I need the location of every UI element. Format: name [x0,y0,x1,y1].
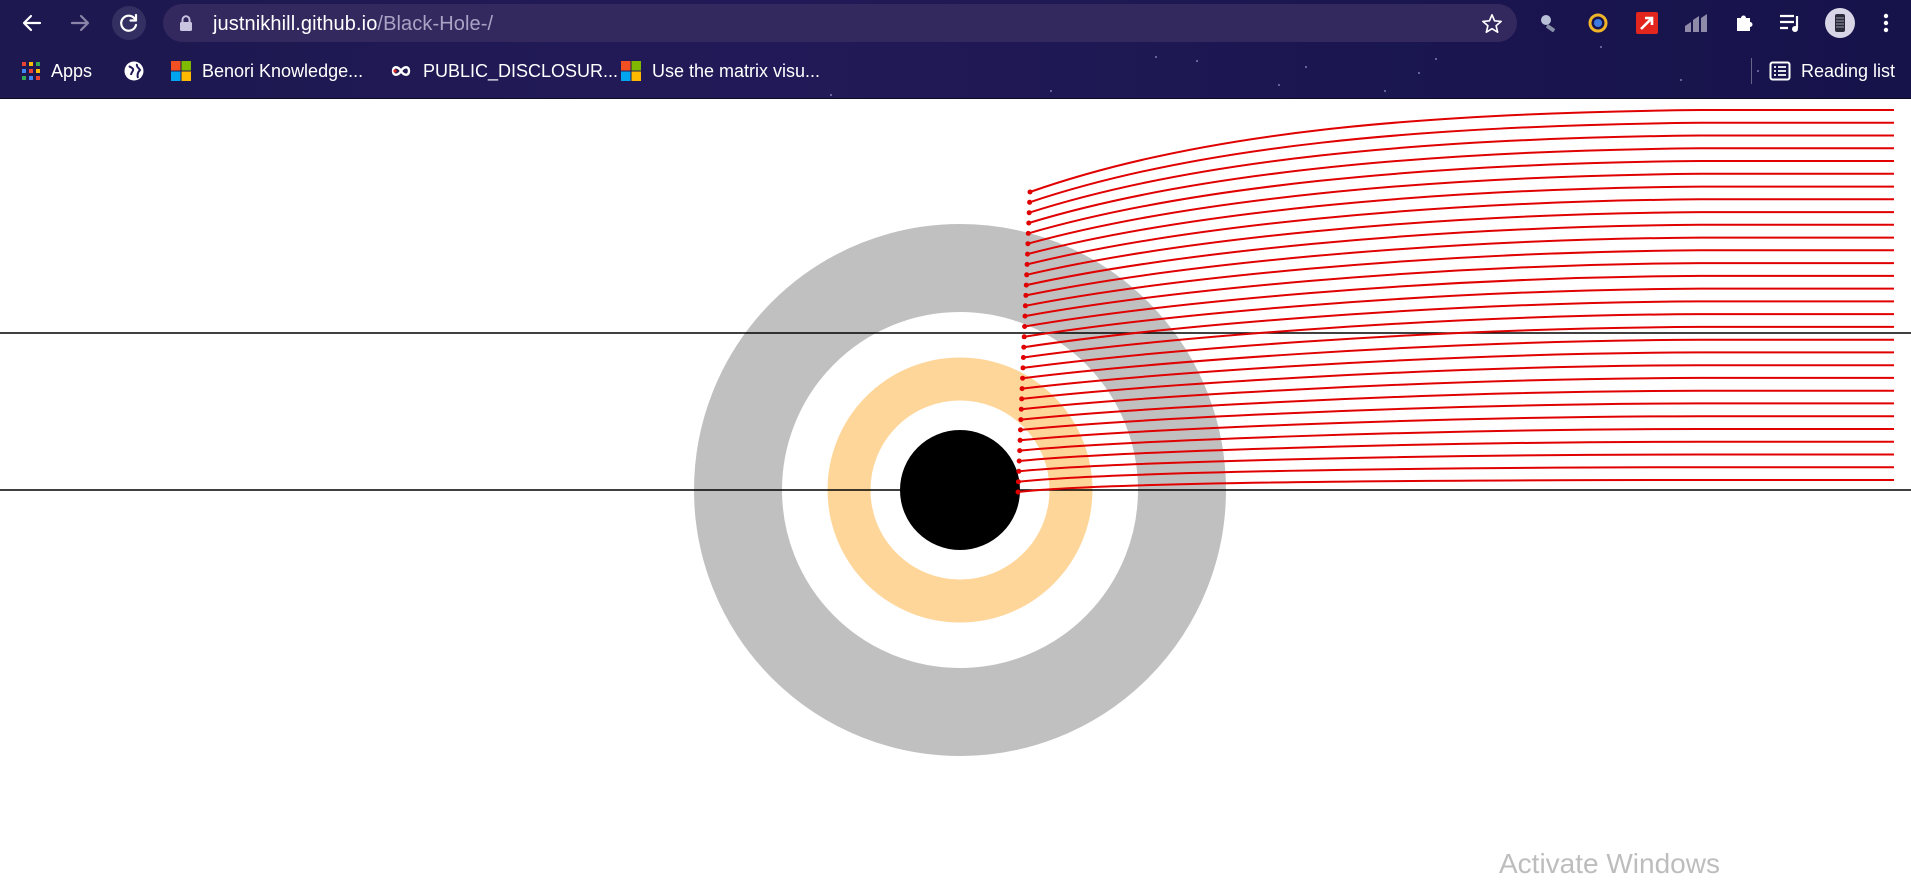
browser-toolbar: justnikhill.github.io/Black-Hole-/ [0,0,1911,46]
ray-endpoint [1018,427,1023,433]
ray-endpoint [1017,437,1023,443]
reload-icon [120,13,138,32]
light-ray [1026,211,1894,276]
q-ring-extension-icon[interactable] [1584,9,1612,37]
bookmark-label: Apps [51,60,93,81]
ray-endpoint [1018,406,1024,412]
more-menu-icon[interactable] [1872,9,1900,37]
globe-icon [123,60,145,82]
puzzle-icon[interactable] [1730,9,1758,37]
bookmark-benori[interactable]: Benori Knowledge... [170,58,363,84]
infinity-icon [389,63,413,79]
url-text[interactable]: justnikhill.github.io/Black-Hole-/ [213,13,493,36]
ray-endpoint [1020,365,1026,371]
microsoft-logo-icon [620,60,642,82]
ray-endpoint [1020,355,1026,360]
page-viewport [0,100,1911,875]
ray-endpoint [1027,199,1033,205]
ray-endpoint [1015,479,1021,485]
ray-endpoint [1015,489,1021,495]
ray-endpoint [1016,458,1022,464]
ray-endpoint [1022,313,1028,319]
activate-windows-watermark: Activate Windows [1499,848,1720,879]
ray-endpoint [1017,448,1023,454]
arrow-left-icon [22,14,42,32]
url-path: /Black-Hole-/ [377,13,494,35]
bookmark-apps[interactable]: Apps [21,58,92,84]
ray-endpoint [1019,396,1025,402]
address-bar[interactable]: justnikhill.github.io/Black-Hole-/ [163,4,1517,42]
bookmarks-divider [1751,58,1752,84]
reading-list-label: Reading list [1801,60,1896,81]
bookmark-globe[interactable] [123,58,155,84]
back-button[interactable] [15,6,49,40]
ray-endpoint [1018,417,1024,423]
ray-endpoint [1024,272,1030,278]
browser-chrome: justnikhill.github.io/Black-Hole-/ Apps … [0,0,1911,99]
bookmark-label: Benori Knowledge... [202,60,364,81]
bookmark-public-disclosure[interactable]: PUBLIC_DISCLOSUR... [389,58,618,84]
arrow-right-icon [70,14,90,32]
ray-endpoint [1021,344,1027,350]
bookmark-label: PUBLIC_DISCLOSUR... [423,60,619,81]
ray-endpoint [1020,375,1026,381]
ray-endpoint [1023,282,1029,288]
ray-endpoint [1025,230,1031,236]
reading-list-icon [1769,61,1791,81]
ray-endpoint [1022,303,1028,309]
apps-grid-icon [21,61,41,81]
ray-endpoint [1026,210,1032,216]
ray-endpoint [1024,261,1030,267]
reload-button[interactable] [112,6,146,40]
ray-endpoint [1026,220,1032,226]
bookmark-matrix-visual[interactable]: Use the matrix visu... [620,58,820,84]
ray-endpoint [1027,189,1033,195]
red-arrow-extension-icon[interactable] [1633,9,1661,37]
forward-button[interactable] [63,6,97,40]
black-hole-canvas [0,109,1911,756]
light-ray [1025,236,1894,297]
ray-endpoint [1021,334,1027,340]
ray-endpoint [1019,386,1025,392]
reading-list-button[interactable]: Reading list [1769,58,1895,84]
bookmarks-bar: Apps Benori Knowledge... PUBLIC_DISCLOSU… [0,50,1911,92]
url-host: justnikhill.github.io [213,13,378,35]
ray-endpoint [1023,292,1029,298]
key-search-icon[interactable] [1534,9,1562,37]
ray-endpoint [1025,241,1031,247]
light-ray [1028,160,1894,235]
lock-icon[interactable] [179,15,193,32]
ray-endpoint [1022,324,1028,329]
bookmark-label: Use the matrix visu... [652,60,821,81]
ray-endpoint [1016,468,1022,474]
media-queue-icon[interactable] [1776,9,1804,37]
ray-endpoint [1025,251,1030,257]
profile-avatar[interactable] [1823,6,1857,40]
chart-extension-icon[interactable] [1682,9,1710,37]
bookmark-star-icon[interactable] [1481,13,1503,34]
microsoft-logo-icon [170,60,192,82]
